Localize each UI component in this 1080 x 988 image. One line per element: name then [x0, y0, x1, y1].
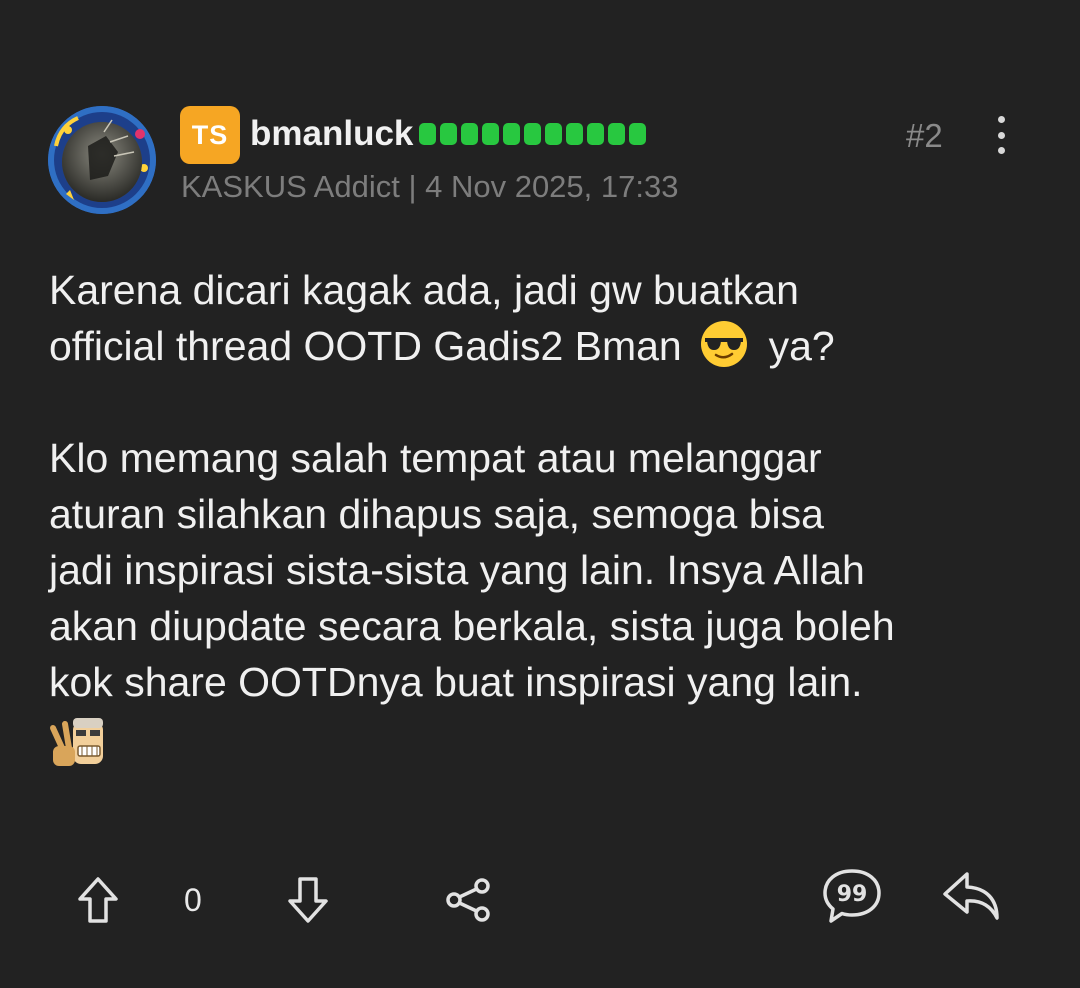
- sunglasses-emoji: [701, 321, 748, 367]
- reputation-dot: [629, 123, 646, 145]
- user-avatar[interactable]: [48, 106, 156, 214]
- reputation-dot: [545, 123, 562, 145]
- post-body: Karena dicari kagak ada, jadi gw buatkan…: [49, 262, 1049, 770]
- body-line: jadi inspirasi sista-sista yang lain. In…: [49, 547, 865, 593]
- reputation-dot: [461, 123, 478, 145]
- body-line: aturan silahkan dihapus saja, semoga bis…: [49, 491, 824, 537]
- menu-dot: [997, 147, 1005, 154]
- reply-icon[interactable]: [940, 866, 1004, 926]
- body-line: kok share OOTDnya buat inspirasi yang la…: [49, 659, 863, 705]
- body-line: akan diupdate secara berkala, sista juga…: [49, 603, 895, 649]
- reputation-dot: [587, 123, 604, 145]
- arrow-up-icon[interactable]: [72, 872, 124, 928]
- menu-dot: [997, 116, 1005, 123]
- reputation-dot: [482, 123, 499, 145]
- body-text: ya?: [768, 323, 835, 369]
- peace-sign-emoticon: [50, 718, 103, 766]
- reputation-dot: [440, 123, 457, 145]
- reputation-dot: [608, 123, 625, 145]
- quote-bubble-icon[interactable]: 99: [820, 866, 884, 926]
- reputation-dot: [419, 123, 436, 145]
- body-line: official thread OOTD Gadis2 Bman ya?: [49, 318, 1049, 374]
- username[interactable]: bmanluck: [250, 112, 413, 156]
- reputation-bar: [419, 123, 646, 145]
- post-card: TS bmanluck #2 KASKUS Addict | 4 Nov 202…: [0, 0, 1080, 988]
- post-meta: KASKUS Addict | 4 Nov 2025, 17:33: [181, 169, 679, 204]
- more-vertical-icon[interactable]: [986, 112, 1016, 158]
- reputation-dot: [503, 123, 520, 145]
- svg-text:99: 99: [837, 882, 868, 907]
- body-text: official thread OOTD Gadis2 Bman: [49, 323, 682, 369]
- thread-starter-badge: TS: [180, 106, 240, 164]
- reputation-dot: [566, 123, 583, 145]
- vote-count: 0: [184, 882, 202, 918]
- reputation-dot: [524, 123, 541, 145]
- body-line: Karena dicari kagak ada, jadi gw buatkan: [49, 267, 799, 313]
- arrow-down-icon[interactable]: [282, 872, 334, 928]
- post-number[interactable]: #2: [906, 114, 943, 158]
- share-icon[interactable]: [442, 874, 494, 926]
- body-line: Klo memang salah tempat atau melanggar: [49, 435, 822, 481]
- menu-dot: [997, 131, 1005, 139]
